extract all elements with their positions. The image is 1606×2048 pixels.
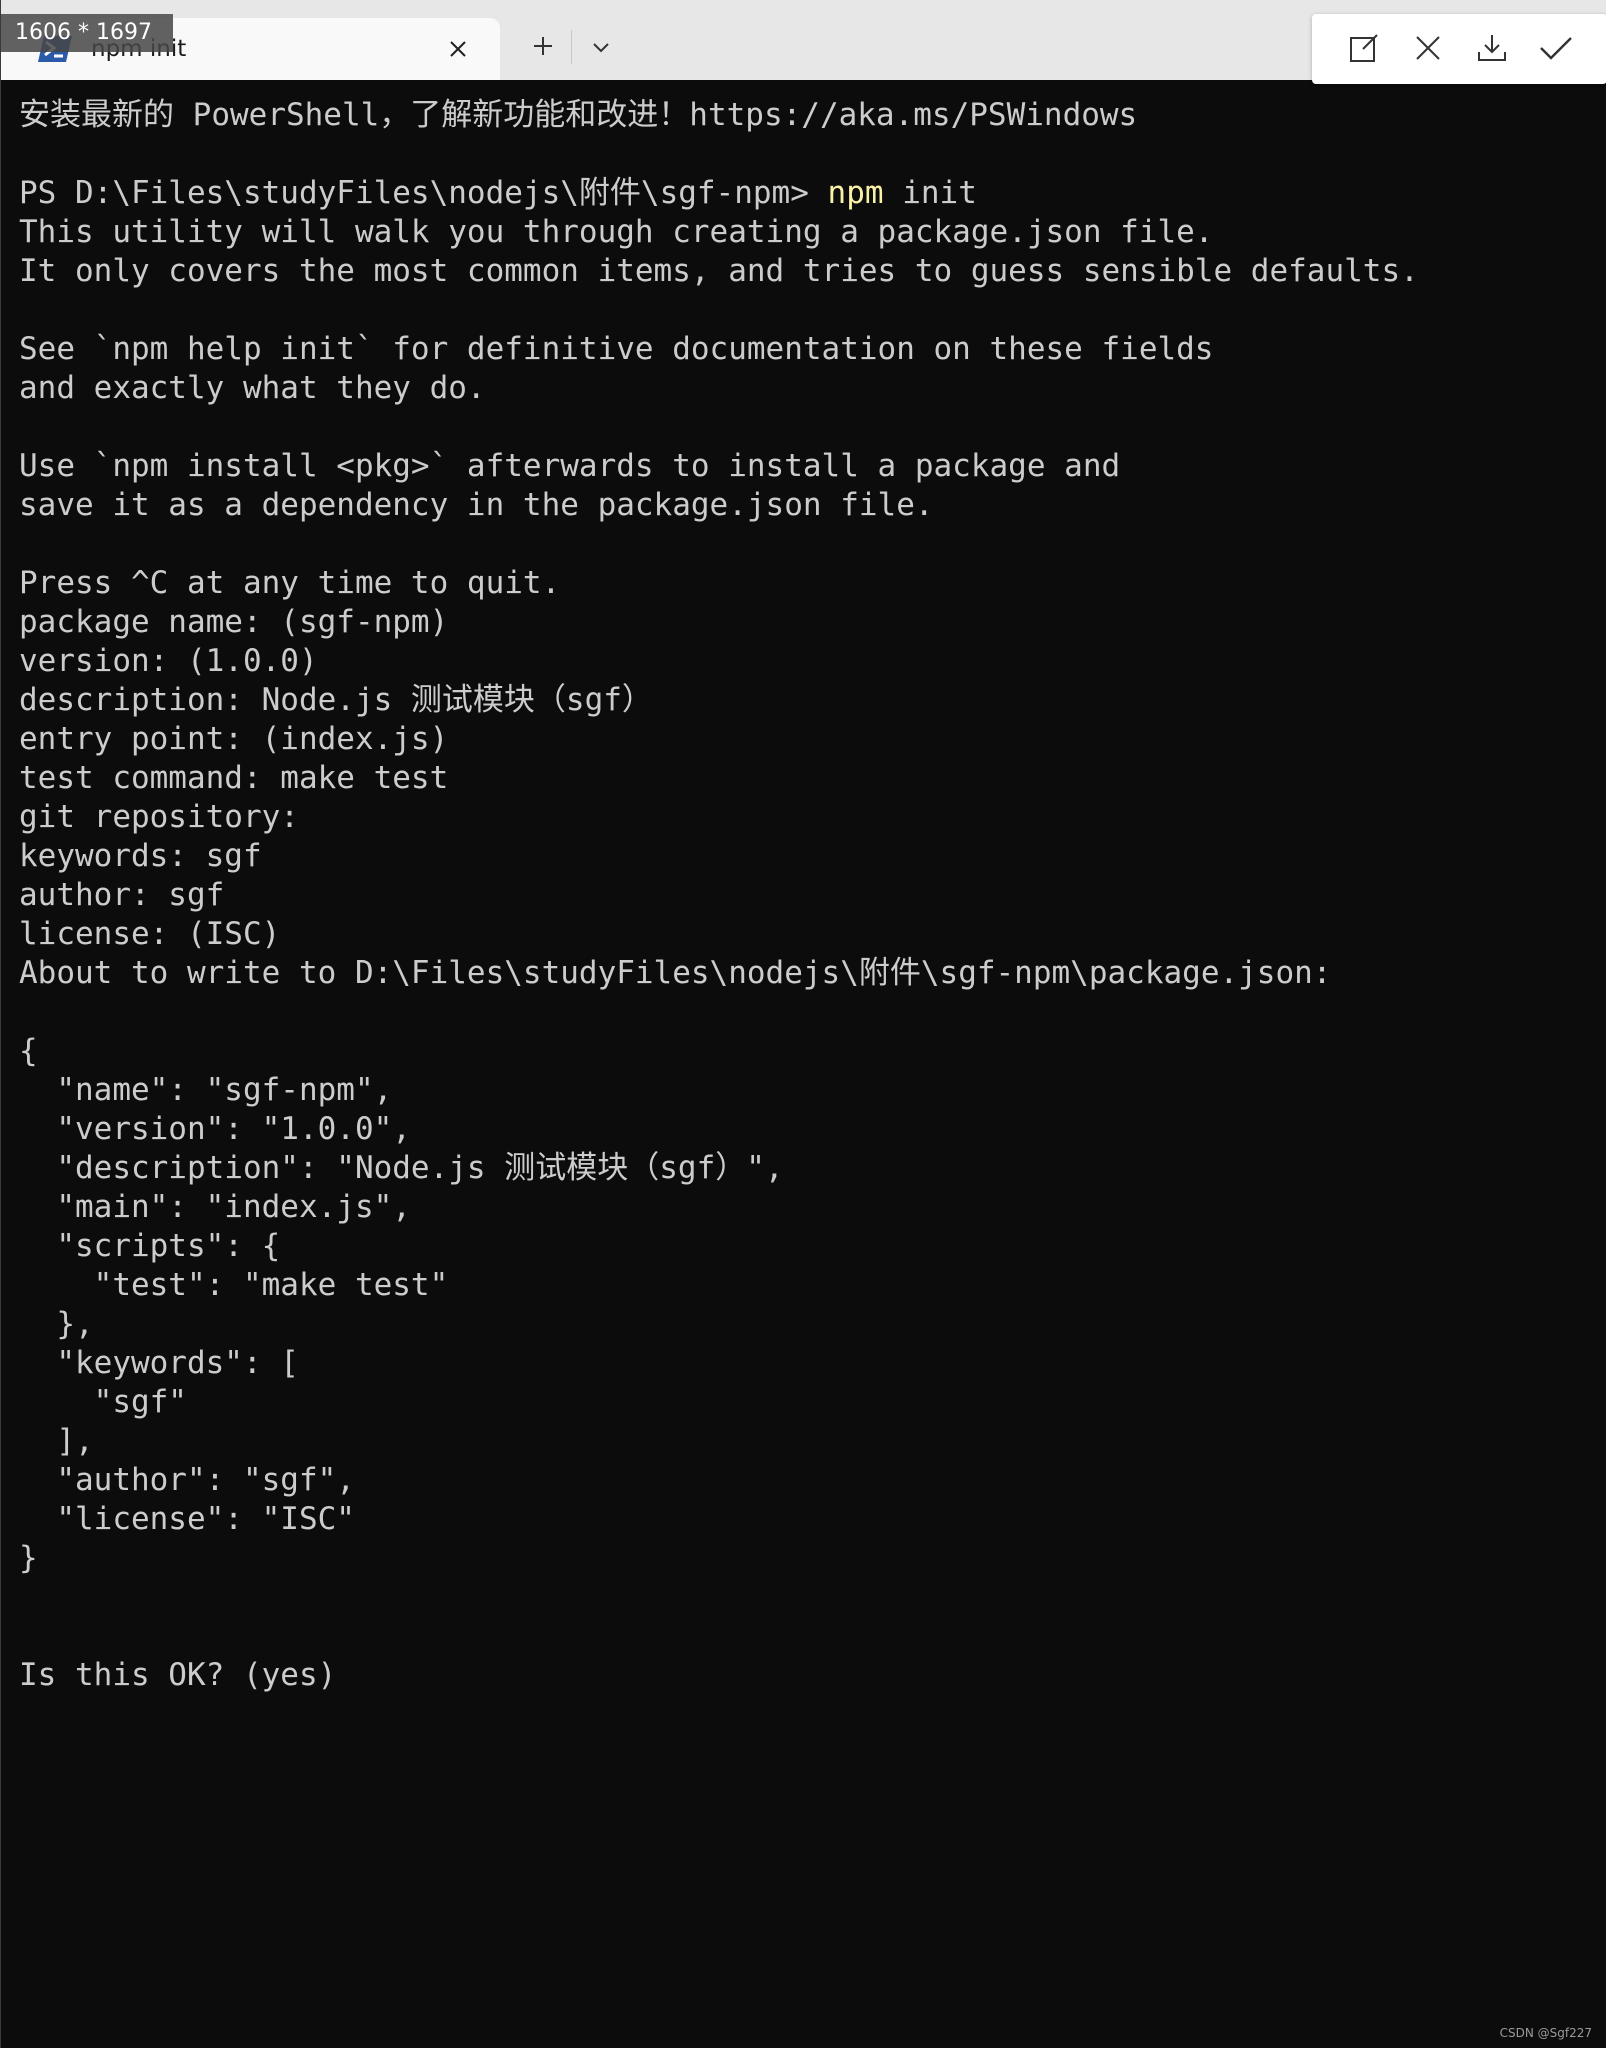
terminal-output[interactable]: 安装最新的 PowerShell，了解新功能和改进！https://aka.ms…	[1, 80, 1606, 2048]
terminal-line: "keywords": [	[19, 1345, 299, 1381]
terminal-window: npm init 160	[0, 0, 1606, 2048]
check-icon	[1539, 35, 1573, 65]
terminal-line: entry point: (index.js)	[19, 721, 449, 757]
terminal-line: description: Node.js 测试模块（sgf）	[19, 682, 653, 718]
terminal-line: "main": "index.js",	[19, 1189, 411, 1225]
terminal-line: This utility will walk you through creat…	[19, 214, 1214, 250]
terminal-line: ],	[19, 1423, 94, 1459]
terminal-line: "name": "sgf-npm",	[19, 1072, 393, 1108]
command-name: npm	[827, 175, 884, 211]
prompt-path: PS D:\Files\studyFiles\nodejs\附件\sgf-npm…	[19, 175, 828, 211]
terminal-line: keywords: sgf	[19, 838, 262, 874]
terminal-line: package name: (sgf-npm)	[19, 604, 449, 640]
download-button[interactable]	[1470, 28, 1514, 72]
terminal-line: },	[19, 1306, 94, 1342]
terminal-line: "scripts": {	[19, 1228, 281, 1264]
terminal-line: Is this OK? (yes)	[19, 1657, 337, 1693]
size-overlay: 1606 * 1697	[1, 14, 173, 52]
cancel-button[interactable]	[1406, 28, 1450, 72]
terminal-line: }	[19, 1540, 38, 1576]
plus-icon	[531, 34, 555, 62]
terminal-line: 安装最新的 PowerShell，了解新功能和改进！https://aka.ms…	[19, 97, 1138, 133]
terminal-line: "version": "1.0.0",	[19, 1111, 411, 1147]
terminal-line: "license": "ISC"	[19, 1501, 355, 1537]
terminal-line: See `npm help init` for definitive docum…	[19, 331, 1214, 367]
terminal-line: "test": "make test"	[19, 1267, 449, 1303]
terminal-line: It only covers the most common items, an…	[19, 253, 1419, 289]
terminal-line: license: (ISC)	[19, 916, 281, 952]
terminal-line: PS D:\Files\studyFiles\nodejs\附件\sgf-npm…	[19, 174, 1606, 213]
tab-dropdown-button[interactable]	[581, 28, 621, 68]
terminal-line: "description": "Node.js 测试模块（sgf）",	[19, 1150, 784, 1186]
terminal-line: About to write to D:\Files\studyFiles\no…	[19, 955, 1332, 991]
terminal-line: Use `npm install <pkg>` afterwards to in…	[19, 448, 1121, 484]
terminal-line: version: (1.0.0)	[19, 643, 318, 679]
capture-toolbar	[1312, 14, 1606, 84]
terminal-line: "author": "sgf",	[19, 1462, 355, 1498]
terminal-line: {	[19, 1033, 38, 1069]
chevron-down-icon	[592, 39, 610, 58]
close-icon	[1413, 33, 1443, 67]
terminal-line: author: sgf	[19, 877, 225, 913]
command-args: init	[883, 175, 977, 211]
watermark: CSDN @Sgf227	[1499, 2026, 1592, 2040]
terminal-line: save it as a dependency in the package.j…	[19, 487, 934, 523]
terminal-line: and exactly what they do.	[19, 370, 486, 406]
terminal-line: git repository:	[19, 799, 299, 835]
confirm-button[interactable]	[1534, 28, 1578, 72]
edit-icon	[1348, 32, 1380, 68]
new-tab-button[interactable]	[521, 28, 565, 68]
terminal-line: "sgf"	[19, 1384, 187, 1420]
edit-button[interactable]	[1342, 28, 1386, 72]
tab-separator	[571, 30, 572, 64]
terminal-line: Press ^C at any time to quit.	[19, 565, 561, 601]
download-icon	[1476, 32, 1508, 68]
terminal-line: test command: make test	[19, 760, 449, 796]
close-icon[interactable]	[441, 32, 475, 66]
